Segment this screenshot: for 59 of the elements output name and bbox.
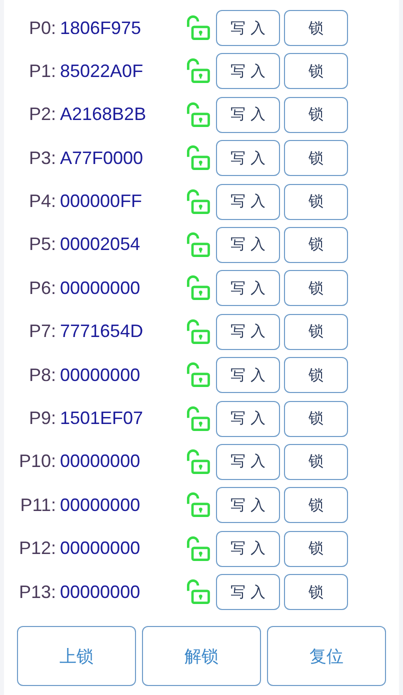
- register-value: 1806F975: [59, 18, 142, 38]
- lock-button[interactable]: 锁: [284, 400, 348, 437]
- lock-button[interactable]: 锁: [284, 444, 348, 480]
- lock-button[interactable]: 锁: [284, 140, 348, 176]
- register-value: 85022A0F: [59, 60, 144, 82]
- register-label: P5:: [28, 234, 56, 256]
- write-button[interactable]: 写 入: [216, 574, 280, 610]
- register-value: 00000000: [59, 278, 142, 299]
- register-label: P13:: [18, 582, 56, 603]
- register-label: P7:: [28, 321, 56, 342]
- register-label: P9:: [28, 408, 56, 430]
- register-value: A2168B2B: [59, 104, 148, 126]
- register-value: 7771654D: [59, 321, 144, 342]
- action-button[interactable]: 复位: [267, 626, 386, 686]
- write-button[interactable]: 写 入: [216, 444, 280, 480]
- register-label: P2:: [28, 104, 56, 126]
- lock-button[interactable]: 锁: [284, 270, 348, 306]
- write-button[interactable]: 写 入: [216, 270, 280, 306]
- register-label: P12:: [18, 538, 56, 560]
- lock-button[interactable]: 锁: [284, 96, 348, 133]
- lock-button[interactable]: 锁: [284, 487, 348, 524]
- register-label: P4:: [28, 191, 56, 212]
- lock-button[interactable]: 锁: [284, 184, 348, 220]
- lock-button[interactable]: 锁: [284, 10, 348, 46]
- action-button[interactable]: 解锁: [142, 626, 261, 686]
- lock-button[interactable]: 锁: [284, 357, 348, 394]
- register-value: 00002054: [59, 234, 142, 256]
- register-value: 00000000: [59, 364, 142, 386]
- lock-button[interactable]: 锁: [284, 574, 348, 610]
- lock-button[interactable]: 锁: [284, 314, 348, 350]
- write-button[interactable]: 写 入: [216, 10, 280, 46]
- write-button[interactable]: 写 入: [216, 96, 280, 133]
- write-button[interactable]: 写 入: [216, 226, 280, 263]
- register-value: 00000000: [59, 538, 142, 560]
- register-label: P6:: [28, 278, 56, 299]
- write-button[interactable]: 写 入: [216, 487, 280, 524]
- write-button[interactable]: 写 入: [216, 53, 280, 90]
- write-button[interactable]: 写 入: [216, 530, 280, 567]
- write-button[interactable]: 写 入: [216, 400, 280, 437]
- action-button[interactable]: 上锁: [17, 626, 136, 686]
- register-value: 00000000: [59, 451, 142, 472]
- write-button[interactable]: 写 入: [216, 140, 280, 176]
- register-value: 1501EF07: [59, 408, 144, 430]
- register-label: P1:: [28, 60, 56, 82]
- register-value: 00000000: [59, 494, 142, 516]
- register-label: P10:: [18, 451, 56, 472]
- register-label: P8:: [28, 364, 56, 386]
- write-button[interactable]: 写 入: [216, 314, 280, 350]
- register-label: P0:: [28, 18, 56, 38]
- write-button[interactable]: 写 入: [216, 357, 280, 394]
- register-value: 000000FF: [59, 191, 144, 212]
- lock-button[interactable]: 锁: [284, 226, 348, 263]
- write-button[interactable]: 写 入: [216, 184, 280, 220]
- register-label: P3:: [28, 148, 56, 169]
- register-label: P11:: [19, 494, 56, 516]
- lock-button[interactable]: 锁: [284, 530, 348, 567]
- register-value: 00000000: [59, 582, 142, 603]
- register-value: A77F0000: [59, 148, 144, 169]
- lock-button[interactable]: 锁: [284, 53, 348, 90]
